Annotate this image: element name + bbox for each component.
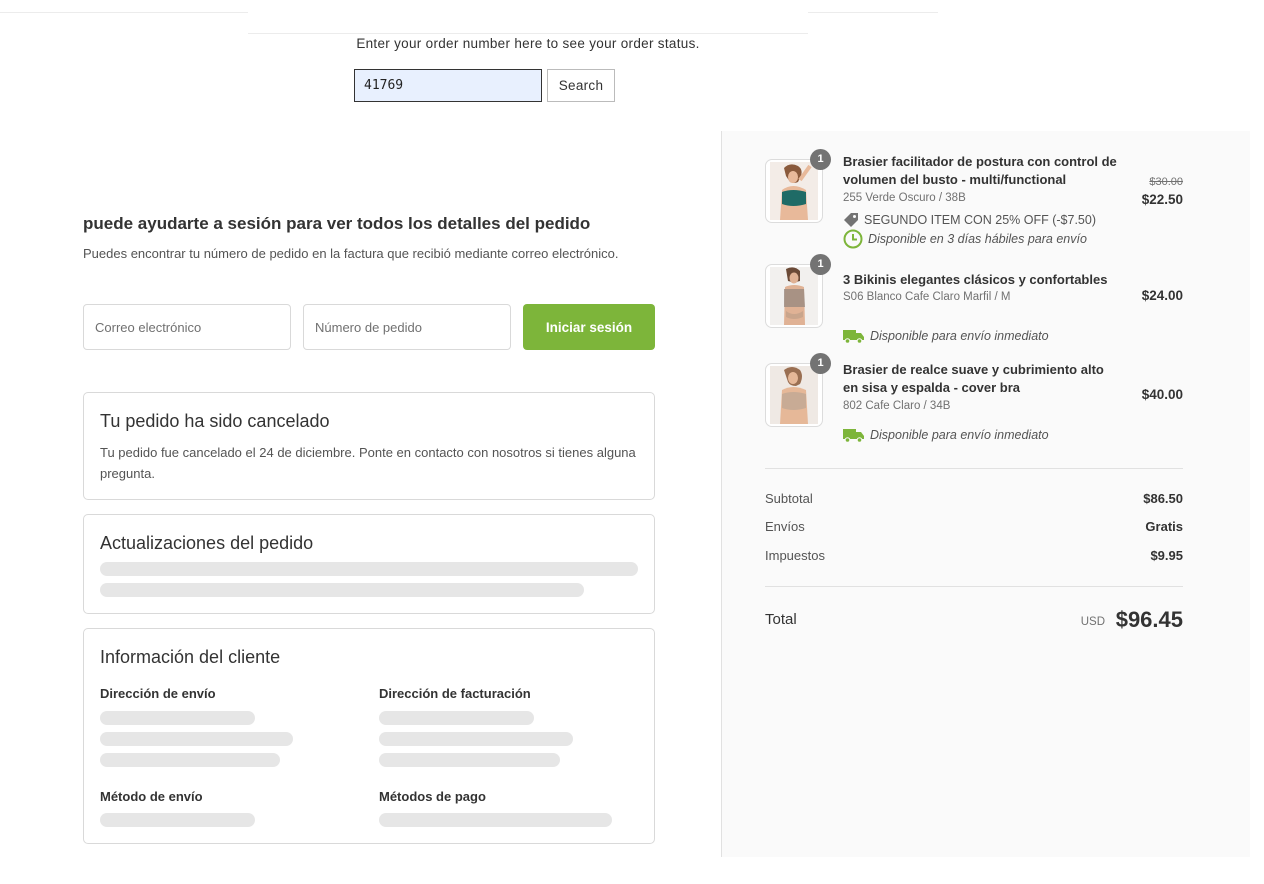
product-variant: 802 Cafe Claro / 34B [843, 400, 951, 412]
product-variant: 255 Verde Oscuro / 38B [843, 192, 966, 204]
product-thumbnail: 1 [765, 254, 831, 328]
tag-icon [844, 213, 858, 227]
cancelled-title: Tu pedido ha sido cancelado [100, 411, 330, 431]
order-updates-title: Actualizaciones del pedido [100, 533, 314, 553]
truck-icon [843, 330, 864, 344]
availability-line: Disponible en 3 días hábiles para envío [843, 229, 1087, 249]
discount-line: SEGUNDO ITEM CON 25% OFF (-$7.50) [843, 212, 1096, 228]
login-title: puede ayudarte a sesión para ver todos l… [83, 214, 591, 233]
skeleton-line [100, 753, 280, 767]
product-image-icon [770, 267, 818, 325]
email-field[interactable] [83, 304, 291, 350]
search-button[interactable]: Search [547, 69, 615, 102]
order-updates-card: Actualizaciones del pedido [83, 514, 655, 614]
discount-text: SEGUNDO ITEM CON 25% OFF (-$7.50) [864, 213, 1096, 227]
truck-icon [843, 429, 864, 443]
availability-text: Disponible para envío inmediato [870, 428, 1049, 442]
skeleton-line [379, 711, 534, 725]
quantity-badge: 1 [810, 254, 831, 275]
customer-info-title: Información del cliente [100, 647, 281, 667]
order-number-input[interactable] [354, 69, 542, 102]
customer-info-card: Información del cliente Dirección de env… [83, 628, 655, 844]
product-name: Brasier facilitador de postura con contr… [843, 154, 1117, 187]
skeleton-line [100, 813, 255, 827]
product-image-icon [770, 366, 818, 424]
product-thumbnail: 1 [765, 149, 831, 223]
product-image-icon [770, 162, 818, 220]
login-button[interactable]: Iniciar sesión [523, 304, 655, 350]
shipping-method-label: Método de envío [100, 789, 203, 804]
top-divider-right [808, 12, 938, 13]
login-description: Puedes encontrar tu número de pedido en … [83, 246, 619, 261]
total-value: $96.45 [1115, 607, 1183, 632]
order-number-field[interactable] [303, 304, 511, 350]
item-price: $40.00 [1141, 387, 1183, 402]
quantity-badge: 1 [810, 353, 831, 374]
skeleton-line [100, 711, 255, 725]
taxes-value: $9.95 [1150, 548, 1183, 563]
availability-line: Disponible para envío inmediato [843, 427, 1049, 443]
skeleton-line [379, 753, 560, 767]
subtotal-value: $86.50 [1143, 491, 1183, 506]
product-variant: S06 Blanco Cafe Claro Marfil / M [843, 291, 1011, 303]
subtotal-label: Subtotal [765, 491, 813, 506]
cancelled-card: Tu pedido ha sido cancelado Tu pedido fu… [83, 392, 655, 500]
summary-divider [765, 468, 1183, 469]
summary-divider [765, 586, 1183, 587]
availability-line: Disponible para envío inmediato [843, 328, 1049, 344]
original-price: $30.00 [1149, 176, 1183, 188]
skeleton-line [100, 562, 638, 576]
shipping-address-label: Dirección de envío [100, 686, 216, 701]
item-price: $22.50 [1141, 192, 1183, 207]
skeleton-line [100, 583, 584, 597]
order-lookup-prompt: Enter your order number here to see your… [356, 36, 700, 51]
availability-text: Disponible en 3 días hábiles para envío [868, 232, 1087, 246]
quantity-badge: 1 [810, 149, 831, 170]
shipping-value: Gratis [1145, 519, 1183, 534]
item-price: $24.00 [1141, 288, 1183, 303]
product-name: 3 Bikinis elegantes clásicos y confortab… [843, 272, 1108, 287]
product-name: Brasier de realce suave y cubrimiento al… [843, 362, 1104, 395]
skeleton-line [379, 813, 612, 827]
availability-text: Disponible para envío inmediato [870, 329, 1049, 343]
total-currency: USD [1080, 616, 1105, 628]
cancelled-text: Tu pedido fue cancelado el 24 de diciemb… [100, 445, 636, 481]
billing-address-label: Dirección de facturación [379, 686, 531, 701]
order-summary: 1 Brasier facilitador de postura con con… [722, 131, 1250, 857]
top-divider-center [248, 33, 808, 34]
payment-methods-label: Métodos de pago [379, 789, 486, 804]
taxes-label: Impuestos [765, 548, 825, 563]
top-divider-left [0, 12, 248, 13]
total-label: Total [765, 611, 797, 628]
clock-icon [843, 229, 863, 249]
skeleton-line [379, 732, 573, 746]
skeleton-line [100, 732, 293, 746]
shipping-label: Envíos [765, 519, 805, 534]
product-thumbnail: 1 [765, 353, 831, 427]
